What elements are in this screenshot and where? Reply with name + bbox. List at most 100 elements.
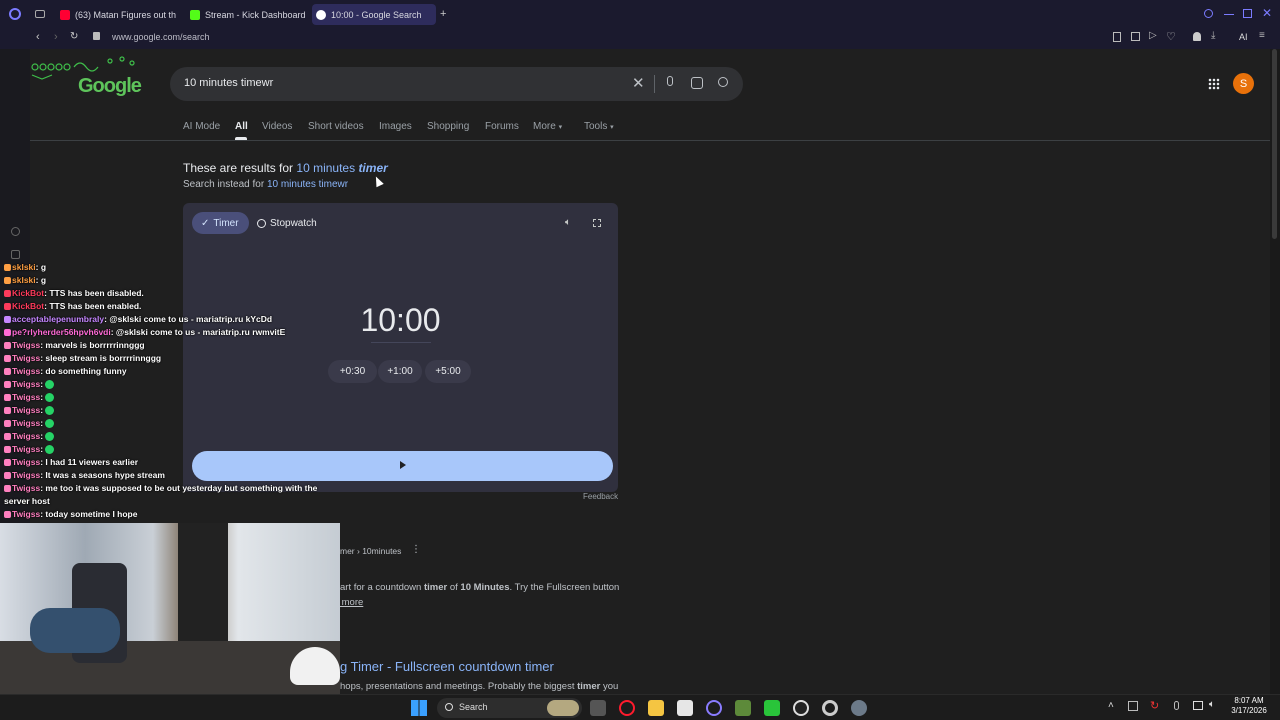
feedback-link[interactable]: Feedback bbox=[583, 492, 618, 501]
chat-username[interactable]: sklski bbox=[12, 262, 36, 272]
timer-tab[interactable]: ✓ Timer bbox=[192, 212, 249, 234]
result-title-link[interactable]: g Timer - Fullscreen countdown timer bbox=[340, 659, 554, 674]
sidebar-history-icon[interactable] bbox=[11, 227, 20, 236]
search-input[interactable]: 10 minutes timewr bbox=[184, 77, 273, 89]
pin-icon[interactable] bbox=[1113, 32, 1121, 42]
chat-username[interactable]: acceptablepenumbraly bbox=[12, 314, 104, 324]
chat-username[interactable]: Twigss bbox=[12, 340, 40, 350]
close-window-button[interactable]: ✕ bbox=[1262, 6, 1272, 20]
fullscreen-icon[interactable] bbox=[593, 219, 601, 227]
taskbar-search[interactable]: Search bbox=[437, 698, 582, 718]
ai-button[interactable]: AI bbox=[1239, 32, 1248, 42]
add-1min-button[interactable]: +1:00 bbox=[378, 360, 422, 383]
result-menu-icon[interactable]: ⋮ bbox=[411, 544, 421, 555]
camera-lens-icon[interactable] bbox=[691, 77, 703, 89]
add-5min-button[interactable]: +5:00 bbox=[425, 360, 471, 383]
chat-username[interactable]: Twigss bbox=[12, 353, 40, 363]
chat-text: : g bbox=[35, 262, 47, 272]
google-doodle-logo[interactable]: Google bbox=[30, 55, 142, 97]
chat-username[interactable]: Twigss bbox=[12, 405, 40, 415]
volume-icon[interactable]: 🔈︎ bbox=[1209, 699, 1215, 710]
tab-menu-icon[interactable] bbox=[35, 10, 45, 18]
nav-ai-mode[interactable]: AI Mode bbox=[183, 121, 220, 132]
chat-username[interactable]: Twigss bbox=[12, 431, 40, 441]
opera-taskbar-icon[interactable] bbox=[619, 700, 635, 716]
task-view-icon[interactable] bbox=[590, 700, 606, 716]
read-more-link[interactable]: more bbox=[339, 597, 364, 608]
search-tabs-icon[interactable] bbox=[1204, 9, 1213, 18]
player-icon[interactable]: ▷ bbox=[1149, 30, 1157, 41]
chat-username[interactable]: Twigss bbox=[12, 366, 40, 376]
back-icon[interactable]: ‹ bbox=[36, 31, 40, 43]
profile-icon[interactable] bbox=[1193, 32, 1201, 41]
sidebar-settings-icon[interactable] bbox=[11, 250, 20, 259]
chat-username[interactable]: KickBot bbox=[12, 288, 44, 298]
tab-youtube[interactable]: (63) Matan Figures out the bbox=[56, 4, 176, 25]
clock-date[interactable]: 3/17/2026 bbox=[1228, 706, 1270, 715]
chat-username[interactable]: KickBot bbox=[12, 301, 44, 311]
result-breadcrumb[interactable]: mer › 10minutes bbox=[340, 546, 401, 556]
windows-start-icon[interactable] bbox=[411, 700, 427, 716]
snapshot-icon[interactable] bbox=[1131, 32, 1140, 41]
creeper-icon[interactable] bbox=[764, 700, 780, 716]
tray-chevron-up-icon[interactable]: ˄ bbox=[1108, 700, 1114, 711]
tray-mic-icon[interactable] bbox=[1174, 701, 1179, 710]
chat-username[interactable]: Twigss bbox=[12, 483, 40, 493]
tab-kick[interactable]: Stream - Kick Dashboard bbox=[186, 4, 308, 25]
clear-icon[interactable]: ✕ bbox=[632, 74, 645, 92]
tray-refresh-icon[interactable]: ↻ bbox=[1150, 699, 1159, 712]
sound-icon[interactable]: 🔈︎ bbox=[565, 217, 571, 228]
chrome-icon[interactable] bbox=[822, 700, 838, 716]
minecraft-icon[interactable] bbox=[735, 700, 751, 716]
opera-logo-icon[interactable] bbox=[9, 8, 21, 20]
scrollbar-thumb[interactable] bbox=[1272, 49, 1277, 239]
easy-setup-icon[interactable]: ≡ bbox=[1259, 30, 1265, 41]
chat-username[interactable]: Twigss bbox=[12, 509, 40, 519]
chat-username[interactable]: sklski bbox=[12, 275, 36, 285]
apps-grid-icon[interactable] bbox=[1208, 78, 1220, 90]
nav-videos[interactable]: Videos bbox=[262, 121, 292, 132]
opera-gx-icon[interactable] bbox=[706, 700, 722, 716]
file-explorer-icon[interactable] bbox=[648, 700, 664, 716]
account-avatar[interactable]: S bbox=[1233, 73, 1254, 94]
download-icon[interactable]: ⤓ bbox=[1211, 30, 1215, 41]
new-tab-button[interactable]: + bbox=[440, 8, 452, 20]
add-30s-button[interactable]: +0:30 bbox=[328, 360, 377, 383]
minimize-button[interactable] bbox=[1224, 14, 1234, 15]
chat-text: : do something funny bbox=[40, 366, 127, 376]
nav-all[interactable]: All bbox=[235, 121, 248, 132]
network-icon[interactable] bbox=[1193, 701, 1203, 710]
settings-icon[interactable] bbox=[851, 700, 867, 716]
url-field[interactable]: www.google.com/search bbox=[112, 32, 210, 42]
chat-username[interactable]: Twigss bbox=[12, 444, 40, 454]
stopwatch-tab[interactable]: Stopwatch bbox=[257, 212, 327, 234]
heart-icon[interactable]: ♡ bbox=[1166, 30, 1176, 43]
store-icon[interactable] bbox=[677, 700, 693, 716]
maximize-button[interactable] bbox=[1243, 9, 1252, 18]
original-query-link[interactable]: 10 minutes timewr bbox=[267, 179, 348, 190]
reload-icon[interactable]: ↻ bbox=[70, 31, 78, 42]
nav-more[interactable]: More ▾ bbox=[533, 121, 562, 132]
clock-time[interactable]: 8:07 AM bbox=[1230, 696, 1268, 705]
chat-message: sklski: g bbox=[4, 275, 46, 285]
obs-icon[interactable] bbox=[793, 700, 809, 716]
tab-google-search[interactable]: 10:00 - Google Search bbox=[312, 4, 436, 25]
tray-app-icon[interactable] bbox=[1128, 701, 1138, 711]
forward-icon[interactable]: › bbox=[54, 31, 58, 43]
chat-username[interactable]: Twigss bbox=[12, 392, 40, 402]
corrected-query-link[interactable]: 10 minutes timer bbox=[296, 161, 387, 175]
chat-username[interactable]: Twigss bbox=[12, 470, 40, 480]
scrollbar[interactable] bbox=[1270, 49, 1280, 694]
chat-username[interactable]: pe?rlyherder56hpvh6vdi bbox=[12, 327, 111, 337]
nav-shopping[interactable]: Shopping bbox=[427, 121, 469, 132]
chat-username[interactable]: Twigss bbox=[12, 418, 40, 428]
chat-username[interactable]: Twigss bbox=[12, 457, 40, 467]
start-button[interactable] bbox=[192, 451, 613, 481]
nav-forums[interactable]: Forums bbox=[485, 121, 519, 132]
search-icon[interactable] bbox=[718, 77, 728, 87]
nav-tools[interactable]: Tools ▾ bbox=[584, 121, 614, 132]
microphone-icon[interactable] bbox=[667, 76, 673, 86]
nav-images[interactable]: Images bbox=[379, 121, 412, 132]
nav-short-videos[interactable]: Short videos bbox=[308, 121, 364, 132]
chat-username[interactable]: Twigss bbox=[12, 379, 40, 389]
